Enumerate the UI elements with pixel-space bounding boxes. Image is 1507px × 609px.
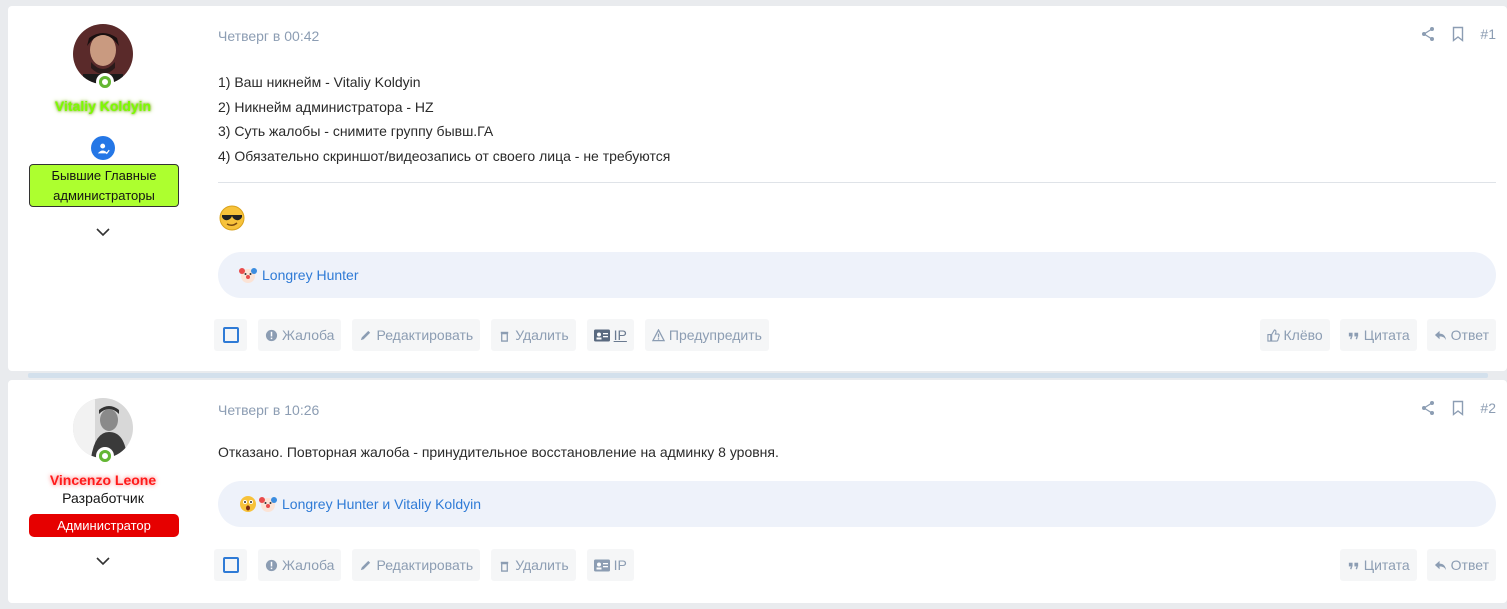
user-banner: Администратор	[29, 514, 179, 537]
username[interactable]: Vincenzo Leone	[8, 472, 198, 488]
delete-button[interactable]: Удалить	[491, 319, 576, 351]
report-button[interactable]: Жалоба	[258, 549, 342, 581]
post-1: Vitaliy Koldyin Бывшие Главные администр…	[8, 6, 1507, 371]
id-card-icon	[593, 559, 610, 571]
bookmark-icon[interactable]	[1450, 400, 1466, 416]
sunglasses-emoji-icon	[219, 205, 245, 231]
quote-button[interactable]: Цитата	[1339, 549, 1417, 581]
edit-button[interactable]: Редактировать	[352, 319, 481, 351]
user-panel: Vincenzo Leone Разработчик Администратор	[8, 380, 198, 603]
post-line: 4) Обязательно скриншот/видеозапись от с…	[218, 147, 671, 164]
user-banner: Бывшие Главные администраторы	[29, 164, 179, 207]
reply-button[interactable]: Ответ	[1426, 549, 1496, 581]
user-panel: Vitaliy Koldyin Бывшие Главные администр…	[8, 6, 198, 371]
quote-icon	[1348, 562, 1358, 569]
user-title: Разработчик	[62, 490, 144, 506]
quote-button[interactable]: Цитата	[1339, 319, 1417, 351]
reactions-users[interactable]: Longrey Hunter	[262, 267, 359, 283]
post-number[interactable]: #1	[1480, 26, 1496, 42]
post-date[interactable]: Четверг в 10:26	[218, 402, 319, 418]
reactions-bar[interactable]: Longrey Hunter	[218, 252, 1496, 298]
ip-button[interactable]: IP	[586, 549, 634, 581]
reply-icon	[1434, 560, 1446, 570]
post-date[interactable]: Четверг в 00:42	[218, 28, 319, 44]
trash-icon	[500, 561, 509, 572]
quote-icon	[1348, 332, 1358, 339]
thumbs-up-icon	[1266, 328, 1280, 342]
post-line: 3) Суть жалобы - снимите группу бывш.ГА	[218, 123, 494, 139]
trash-icon	[500, 331, 509, 342]
ip-button[interactable]: IP	[586, 319, 634, 351]
post-line: 1) Ваш никнейм - Vitaliy Koldyin	[218, 74, 421, 90]
reply-button[interactable]: Ответ	[1426, 319, 1496, 351]
id-card-icon	[593, 329, 610, 341]
report-icon	[265, 329, 278, 341]
post-line: 2) Никнейм администратора - HZ	[218, 98, 434, 115]
warning-icon	[651, 328, 665, 341]
warn-button[interactable]: Предупредить	[644, 319, 769, 351]
post-body: 1) Ваш никнейм - Vitaliy Koldyin 2) Никн…	[218, 70, 670, 168]
edit-button[interactable]: Редактировать	[352, 549, 481, 581]
reactions-bar[interactable]: Longrey Hunter и Vitaliy Koldyin	[218, 481, 1496, 527]
reply-icon	[1434, 330, 1446, 340]
pencil-icon	[361, 560, 371, 570]
report-button[interactable]: Жалоба	[258, 319, 342, 351]
post-separator	[28, 373, 1488, 378]
share-icon[interactable]	[1420, 400, 1436, 416]
online-status-icon	[96, 447, 114, 465]
like-button[interactable]: Клёво	[1259, 319, 1330, 351]
post-body: Отказано. Повторная жалоба - принудитель…	[218, 444, 779, 460]
delete-button[interactable]: Удалить	[491, 549, 576, 581]
post-2: Vincenzo Leone Разработчик Администратор…	[8, 380, 1507, 603]
bookmark-icon[interactable]	[1450, 26, 1466, 42]
reactions-users[interactable]: Longrey Hunter и Vitaliy Koldyin	[282, 496, 481, 512]
astonished-reaction-icon	[240, 496, 256, 512]
share-icon[interactable]	[1420, 26, 1436, 42]
post-number[interactable]: #2	[1480, 400, 1496, 416]
online-status-icon	[96, 73, 114, 91]
signature-divider	[218, 182, 1496, 183]
user-group-icon	[91, 136, 115, 160]
chevron-down-icon[interactable]	[93, 222, 113, 242]
username[interactable]: Vitaliy Koldyin	[8, 98, 198, 114]
clown-reaction-icon	[259, 497, 277, 512]
clown-reaction-icon	[239, 268, 257, 283]
report-icon	[265, 559, 278, 571]
select-checkbox[interactable]	[214, 549, 247, 581]
pencil-icon	[361, 330, 371, 340]
chevron-down-icon[interactable]	[93, 551, 113, 571]
select-checkbox[interactable]	[214, 319, 247, 351]
